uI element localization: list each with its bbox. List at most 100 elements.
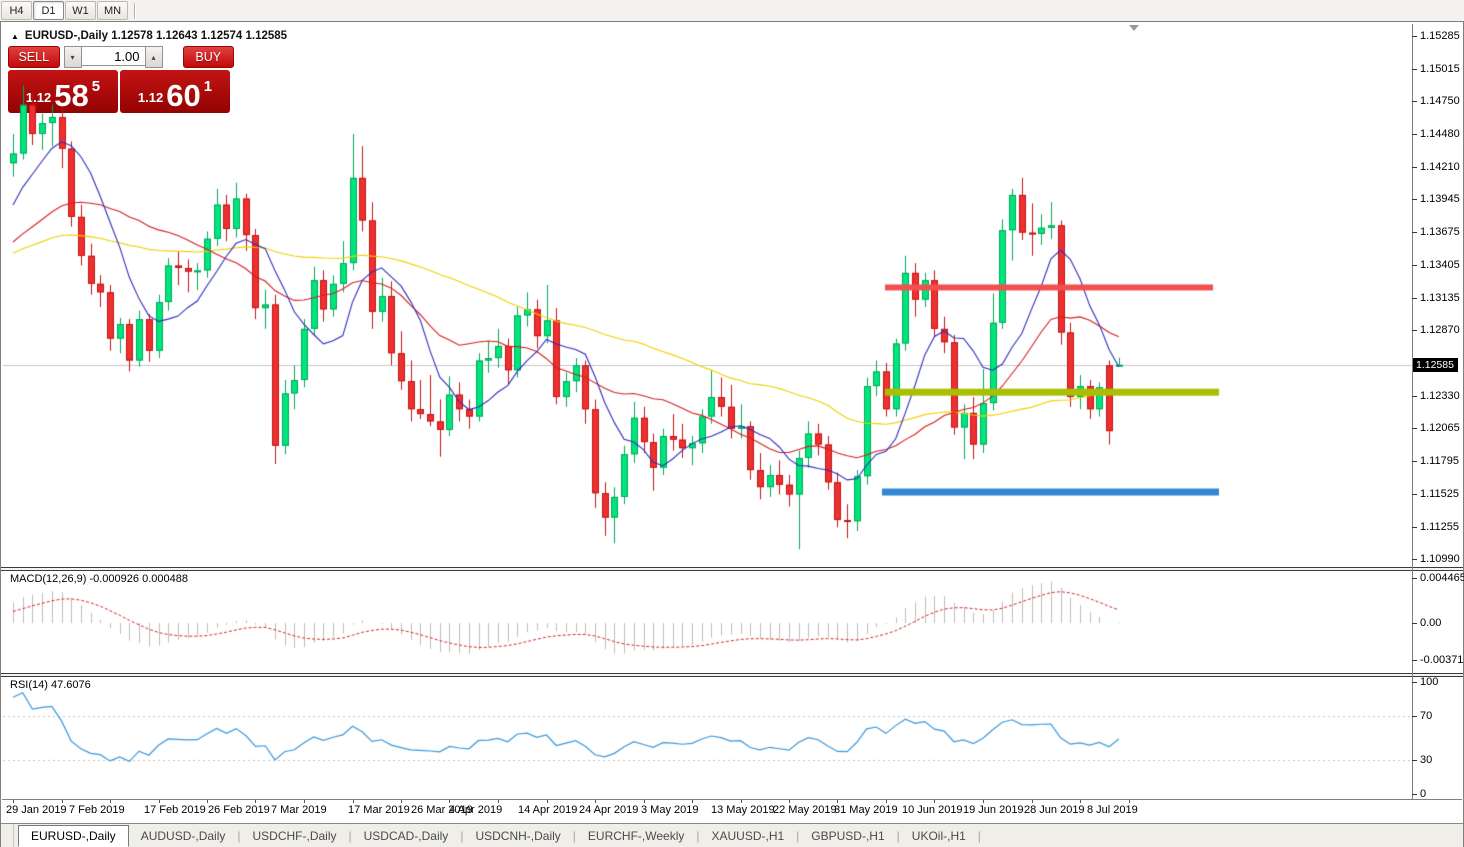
axis-label: 1.13945: [1420, 193, 1460, 205]
price-chart-canvas[interactable]: [3, 24, 1412, 567]
date-tick: [449, 800, 450, 803]
date-label: 29 Jan 2019: [6, 804, 67, 816]
axis-label: 30: [1420, 754, 1432, 766]
macd-canvas[interactable]: [3, 571, 1412, 673]
axis-label: 1.14210: [1420, 161, 1460, 173]
axis-tick: [1412, 330, 1417, 331]
date-tick: [644, 800, 645, 803]
tab-divider: |: [978, 829, 981, 843]
axis-tick: [1412, 794, 1417, 795]
toolbar-separator: [134, 3, 136, 19]
date-tick: [741, 800, 742, 803]
rsi-canvas[interactable]: [3, 677, 1412, 799]
tab-ukoil-h1[interactable]: UKOil-,H1: [900, 826, 978, 846]
axis-tick: [1412, 101, 1417, 102]
axis-label: 1.13675: [1420, 226, 1460, 238]
timeframe-button-d1[interactable]: D1: [33, 1, 64, 20]
axis-label: 1.11255: [1420, 521, 1459, 533]
date-label: 24 Apr 2019: [579, 804, 638, 816]
tab-gbpusd-h1[interactable]: GBPUSD-,H1: [799, 826, 896, 846]
axis-label: 1.13405: [1420, 259, 1460, 271]
current-price-tag: 1.12585: [1413, 358, 1458, 372]
date-label: 17 Feb 2019: [144, 804, 206, 816]
date-tick: [62, 800, 63, 803]
axis-tick: [1412, 494, 1417, 495]
axis-label: 1.14480: [1420, 128, 1460, 140]
tab-audusd-daily[interactable]: AUDUSD-,Daily: [129, 826, 238, 846]
axis-tick: [1412, 396, 1417, 397]
date-axis-border: [2, 799, 1462, 800]
date-tick: [1032, 800, 1033, 803]
axis-tick: [1412, 527, 1417, 528]
axis-label: -0.003715: [1420, 654, 1464, 666]
axis-label: 1.12870: [1420, 324, 1460, 336]
date-label: 14 Apr 2019: [518, 804, 577, 816]
axis-label: 1.11525: [1420, 488, 1459, 500]
timeframe-toolbar: H4D1W1MN: [0, 0, 1464, 22]
axis-tick: [1412, 682, 1417, 683]
axis-label: 1.10990: [1420, 553, 1460, 565]
axis-label: 0.004465: [1420, 572, 1464, 584]
date-label: 26 Feb 2019: [208, 804, 270, 816]
date-tick: [595, 800, 596, 803]
tab-xauusd-h1[interactable]: XAUUSD-,H1: [699, 826, 796, 846]
tab-eurusd-daily[interactable]: EURUSD-,Daily: [18, 825, 129, 847]
tab-scroll-strip[interactable]: [1, 824, 14, 847]
date-label: 22 May 2019: [773, 804, 837, 816]
axis-tick: [1412, 461, 1417, 462]
date-label: 7 Mar 2019: [271, 804, 327, 816]
chart-tab-bar: EURUSD-,DailyAUDUSD-,Daily | USDCHF-,Daily…: [1, 823, 1463, 847]
axis-tick: [1412, 265, 1417, 266]
axis-label: 100: [1420, 676, 1438, 688]
axis-label: 1.14750: [1420, 95, 1460, 107]
chart-window: ▲ EURUSD-,Daily 1.12578 1.12643 1.12574 …: [0, 21, 1464, 847]
timeframe-button-w1[interactable]: W1: [65, 1, 96, 20]
date-label: 13 May 2019: [711, 804, 775, 816]
pane-separator-rsi[interactable]: [1, 673, 1463, 677]
timeframe-button-h4[interactable]: H4: [1, 1, 32, 20]
date-label: 19 Jun 2019: [963, 804, 1024, 816]
date-tick: [353, 800, 354, 803]
rsi-indicator-label: RSI(14) 47.6076: [10, 679, 91, 691]
date-label: 31 May 2019: [834, 804, 898, 816]
application: H4D1W1MN ▲ EURUSD-,Daily 1.12578 1.12643…: [0, 0, 1464, 847]
axis-tick: [1412, 578, 1417, 579]
axis-tick: [1412, 69, 1417, 70]
axis-tick: [1412, 716, 1417, 717]
tab-eurchf-weekly[interactable]: EURCHF-,Weekly: [576, 826, 696, 846]
axis-label: 1.11795: [1420, 455, 1459, 467]
axis-tick: [1412, 559, 1417, 560]
timeframe-button-mn[interactable]: MN: [97, 1, 128, 20]
date-label: 28 Jun 2019: [1024, 804, 1085, 816]
date-tick: [886, 800, 887, 803]
date-tick: [498, 800, 499, 803]
axis-tick: [1412, 167, 1417, 168]
date-tick: [255, 800, 256, 803]
axis-tick: [1412, 36, 1417, 37]
axis-tick: [1412, 428, 1417, 429]
axis-tick: [1412, 760, 1417, 761]
axis-tick: [1412, 232, 1417, 233]
date-label: 7 Feb 2019: [69, 804, 125, 816]
chart-shift-marker-icon[interactable]: [1129, 25, 1139, 31]
date-tick: [983, 800, 984, 803]
date-tick: [547, 800, 548, 803]
date-tick: [304, 800, 305, 803]
pane-separator-macd[interactable]: [1, 567, 1463, 571]
axis-tick: [1412, 298, 1417, 299]
date-label: 8 Jul 2019: [1087, 804, 1138, 816]
axis-label: 0.00: [1420, 617, 1441, 629]
date-tick: [692, 800, 693, 803]
date-tick: [401, 800, 402, 803]
date-tick: [13, 800, 14, 803]
tab-usdchf-daily[interactable]: USDCHF-,Daily: [241, 826, 349, 846]
date-tick: [110, 800, 111, 803]
tab-usdcad-daily[interactable]: USDCAD-,Daily: [352, 826, 461, 846]
date-label: 4 Apr 2019: [449, 804, 502, 816]
axis-label: 0: [1420, 788, 1426, 800]
axis-label: 70: [1420, 710, 1432, 722]
date-tick: [1129, 800, 1130, 803]
date-tick: [159, 800, 160, 803]
date-tick: [1080, 800, 1081, 803]
tab-usdcnh-daily[interactable]: USDCNH-,Daily: [463, 826, 572, 846]
